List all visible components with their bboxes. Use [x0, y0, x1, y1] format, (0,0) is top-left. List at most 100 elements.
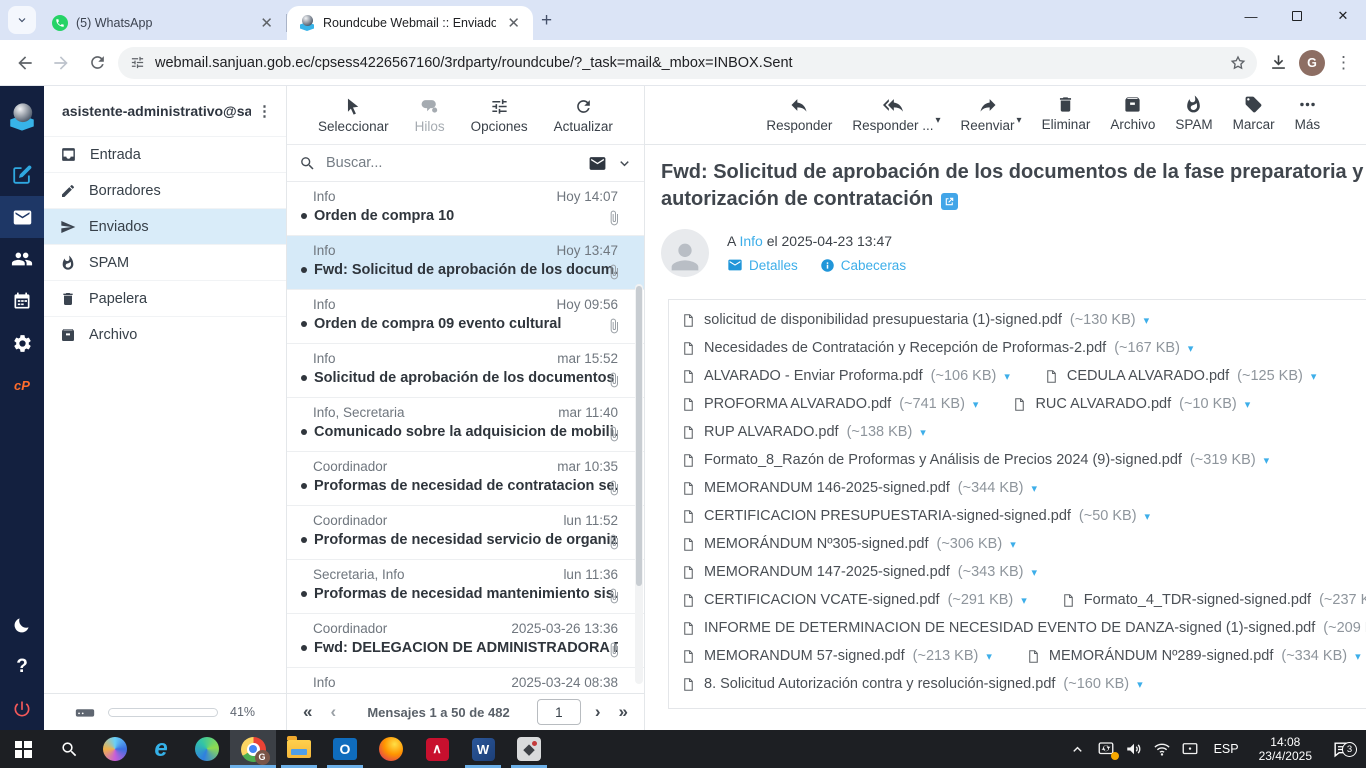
forward-icon[interactable] [46, 48, 76, 78]
taskbar-explorer-button[interactable] [276, 730, 322, 768]
details-toggle[interactable]: Detalles [727, 257, 798, 273]
reload-icon[interactable] [82, 48, 112, 78]
taskbar-acrobat-button[interactable]: ∧ [414, 730, 460, 768]
url-text[interactable]: webmail.sanjuan.gob.ec/cpsess4226567160/… [155, 55, 1219, 71]
taskbar-edge-button[interactable] [184, 730, 230, 768]
tray-clock[interactable]: 14:08 23/4/2025 [1251, 735, 1320, 763]
tab-search-button[interactable] [8, 6, 36, 34]
taskbar-word-button[interactable]: W [460, 730, 506, 768]
next-page-icon[interactable]: › [591, 702, 605, 722]
threads-button[interactable]: Hilos [415, 97, 445, 134]
tray-chevron-up-icon[interactable] [1066, 742, 1090, 757]
restore-button[interactable] [1274, 0, 1320, 32]
attachment[interactable]: CERTIFICACION PRESUPUESTARIA-signed-sign… [681, 502, 1150, 530]
attachment-menu-icon[interactable]: ▾ [1355, 650, 1361, 663]
search-input[interactable] [326, 155, 578, 171]
reply-button[interactable]: Responder [766, 95, 832, 133]
taskbar-chrome-button[interactable]: G [230, 730, 276, 768]
attachment-menu-icon[interactable]: ▾ [1004, 370, 1010, 383]
attachment-menu-icon[interactable]: ▾ [1032, 482, 1038, 495]
attachment-menu-icon[interactable]: ▾ [1021, 594, 1027, 607]
bookmark-star-icon[interactable] [1229, 54, 1247, 72]
tray-sync-icon[interactable] [1094, 740, 1118, 758]
folder-item-borradores[interactable]: Borradores [44, 172, 286, 208]
tray-language[interactable]: ESP [1206, 742, 1247, 756]
close-button[interactable]: ✕ [1320, 0, 1366, 32]
message-row[interactable]: Secretaria, Infolun 11:36 Proformas de n… [287, 560, 644, 614]
attachment-menu-icon[interactable]: ▾ [1137, 678, 1143, 691]
folder-item-archivo[interactable]: Archivo [44, 316, 286, 352]
recipient-link[interactable]: Info [739, 233, 762, 249]
attachment[interactable]: MEMORANDUM 57-signed.pdf(~213 KB)▾ [681, 642, 992, 670]
forward-button[interactable]: Reenviar [961, 95, 1015, 133]
attachment-menu-icon[interactable]: ▾ [973, 398, 979, 411]
taskbar-copilot-button[interactable] [92, 730, 138, 768]
attachment[interactable]: CERTIFICACION VCATE-signed.pdf(~291 KB)▾ [681, 586, 1027, 614]
dark-mode-button[interactable] [0, 604, 44, 646]
attachment[interactable]: Formato_8_Razón de Proformas y Análisis … [681, 446, 1269, 474]
attachment[interactable]: CEDULA ALVARADO.pdf(~125 KB)▾ [1044, 362, 1317, 390]
attachment[interactable]: solicitud de disponibilidad presupuestar… [681, 306, 1149, 334]
message-row[interactable]: Coordinadorlun 11:52 Proformas de necesi… [287, 506, 644, 560]
taskbar-outlook-button[interactable]: O [322, 730, 368, 768]
archive-button[interactable]: Archivo [1110, 95, 1155, 132]
spam-button[interactable]: SPAM [1175, 95, 1212, 132]
prev-page-icon[interactable]: ‹ [326, 702, 340, 722]
open-in-new-icon[interactable] [941, 193, 958, 210]
message-row-selected[interactable]: InfoHoy 13:47 Fwd: Solicitud de aprobaci… [287, 236, 644, 290]
scope-envelope-icon[interactable] [588, 154, 607, 173]
tray-display-icon[interactable] [1178, 740, 1202, 758]
taskbar-firefox-button[interactable] [368, 730, 414, 768]
first-page-icon[interactable]: « [299, 702, 316, 722]
attachment[interactable]: MEMORÁNDUM Nº289-signed.pdf(~334 KB)▾ [1026, 642, 1361, 670]
reply-all-button[interactable]: Responder ... [852, 95, 933, 133]
headers-toggle[interactable]: Cabeceras [820, 258, 906, 273]
logout-button[interactable] [0, 688, 44, 730]
mark-button[interactable]: Marcar [1233, 95, 1275, 132]
cpanel-button[interactable]: cP [0, 364, 44, 406]
attachment[interactable]: MEMORÁNDUM Nº305-signed.pdf(~306 KB)▾ [681, 530, 1016, 558]
attachment-menu-icon[interactable]: ▾ [1245, 398, 1251, 411]
tab-close-icon[interactable]: ✕ [257, 14, 276, 32]
list-scrollbar[interactable] [635, 284, 643, 684]
notification-center-button[interactable]: 3 [1324, 740, 1358, 759]
taskbar-ie-button[interactable]: e [138, 730, 184, 768]
help-button[interactable]: ? [0, 646, 44, 688]
attachment-menu-icon[interactable]: ▾ [1264, 454, 1270, 467]
attachment[interactable]: RUP ALVARADO.pdf(~138 KB)▾ [681, 418, 926, 446]
folder-item-entrada[interactable]: Entrada [44, 136, 286, 172]
taskbar-java-button[interactable]: ◆ [506, 730, 552, 768]
message-row[interactable]: Coordinadormar 10:35 Proformas de necesi… [287, 452, 644, 506]
delete-button[interactable]: Eliminar [1042, 95, 1091, 132]
message-row[interactable]: Info2025-03-24 08:38 [287, 668, 644, 693]
attachment[interactable]: MEMORANDUM 146-2025-signed.pdf(~344 KB)▾ [681, 474, 1037, 502]
site-settings-icon[interactable] [130, 55, 145, 70]
browser-menu-icon[interactable]: ⋮ [1331, 53, 1356, 73]
last-page-icon[interactable]: » [615, 702, 632, 722]
options-button[interactable]: Opciones [471, 97, 528, 134]
attachment[interactable]: PROFORMA ALVARADO.pdf(~741 KB)▾ [681, 390, 978, 418]
tray-volume-icon[interactable] [1122, 740, 1146, 758]
folder-options-icon[interactable]: ⋮ [251, 102, 278, 120]
message-row[interactable]: Info, Secretariamar 11:40 Comunicado sob… [287, 398, 644, 452]
attachment[interactable]: RUC ALVARADO.pdf(~10 KB)▾ [1012, 390, 1250, 418]
downloads-icon[interactable] [1263, 48, 1293, 78]
mail-nav-button[interactable] [0, 196, 44, 238]
folder-item-spam[interactable]: SPAM [44, 244, 286, 280]
settings-nav-button[interactable] [0, 322, 44, 364]
message-row[interactable]: InfoHoy 14:07 Orden de compra 10 [287, 182, 644, 236]
folder-item-papelera[interactable]: Papelera [44, 280, 286, 316]
tab-roundcube[interactable]: Roundcube Webmail :: Enviados ✕ [287, 6, 533, 40]
attachment-menu-icon[interactable]: ▾ [1311, 370, 1317, 383]
attachment[interactable]: MEMORANDUM 147-2025-signed.pdf(~343 KB)▾ [681, 558, 1037, 586]
tab-close-icon[interactable]: ✕ [504, 14, 523, 32]
calendar-nav-button[interactable] [0, 280, 44, 322]
start-button[interactable] [0, 730, 46, 768]
folder-item-enviados[interactable]: Enviados [44, 208, 286, 244]
tab-whatsapp[interactable]: (5) WhatsApp ✕ [40, 6, 286, 40]
refresh-button[interactable]: Actualizar [554, 97, 613, 134]
minimize-button[interactable]: — [1228, 0, 1274, 32]
message-row[interactable]: Coordinador2025-03-26 13:36 Fwd: DELEGAC… [287, 614, 644, 668]
message-row[interactable]: InfoHoy 09:56 Orden de compra 09 evento … [287, 290, 644, 344]
url-bar[interactable]: webmail.sanjuan.gob.ec/cpsess4226567160/… [118, 47, 1257, 79]
